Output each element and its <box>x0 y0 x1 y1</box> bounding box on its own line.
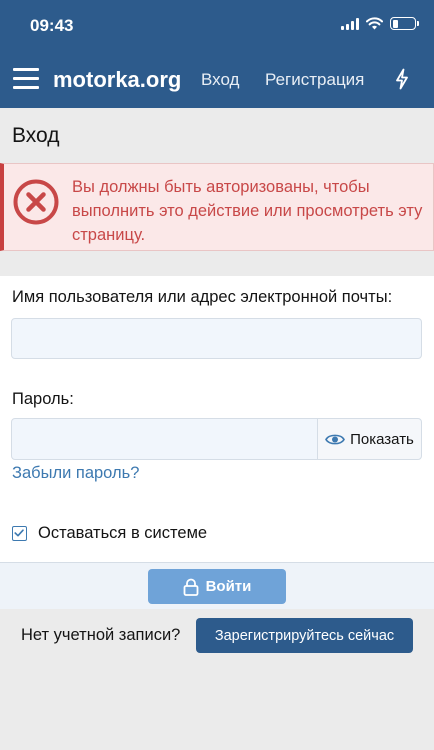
menu-icon[interactable] <box>13 68 39 90</box>
login-button[interactable]: Войти <box>148 569 286 604</box>
site-logo[interactable]: motorka.org <box>53 67 181 93</box>
forgot-password-link[interactable]: Забыли пароль? <box>12 464 139 483</box>
login-link[interactable]: Вход <box>201 70 239 90</box>
no-account-text: Нет учетной записи? <box>21 626 181 644</box>
status-icons <box>341 17 419 30</box>
nav-bar: motorka.org Вход Регистрация <box>0 54 434 106</box>
alert-message: Вы должны быть авторизованы, чтобы выпол… <box>72 178 423 244</box>
cellular-signal-icon <box>341 17 359 30</box>
battery-icon <box>390 17 419 30</box>
show-password-button[interactable]: Показать <box>317 419 421 459</box>
register-link[interactable]: Регистрация <box>265 70 364 90</box>
error-x-icon <box>13 179 59 225</box>
remember-me[interactable]: Оставаться в системе <box>12 524 207 543</box>
app-header: 09:43 motorka.org Вход Регистрация <box>0 0 434 108</box>
login-form: Имя пользователя или адрес электронной п… <box>0 276 434 562</box>
username-input[interactable] <box>11 318 422 359</box>
password-input[interactable] <box>12 419 317 459</box>
lock-icon <box>183 578 198 596</box>
check-icon <box>14 529 24 537</box>
register-row: Нет учетной записи? Зарегистрируйтесь се… <box>0 616 434 656</box>
eye-icon <box>325 434 346 444</box>
password-label: Пароль: <box>12 390 74 408</box>
register-now-button[interactable]: Зарегистрируйтесь сейчас <box>196 618 413 653</box>
show-password-label: Показать <box>350 430 414 448</box>
remember-checkbox[interactable] <box>12 526 27 541</box>
bolt-icon[interactable] <box>394 68 410 90</box>
remember-label: Оставаться в системе <box>38 524 208 542</box>
page-title: Вход <box>12 124 60 147</box>
login-button-label: Войти <box>205 578 252 595</box>
password-field: Показать <box>11 418 422 460</box>
error-alert: Вы должны быть авторизованы, чтобы выпол… <box>0 163 434 251</box>
wifi-icon <box>366 17 383 30</box>
username-label: Имя пользователя или адрес электронной п… <box>12 288 393 306</box>
status-time: 09:43 <box>30 16 74 35</box>
form-actions: Войти <box>0 562 434 609</box>
